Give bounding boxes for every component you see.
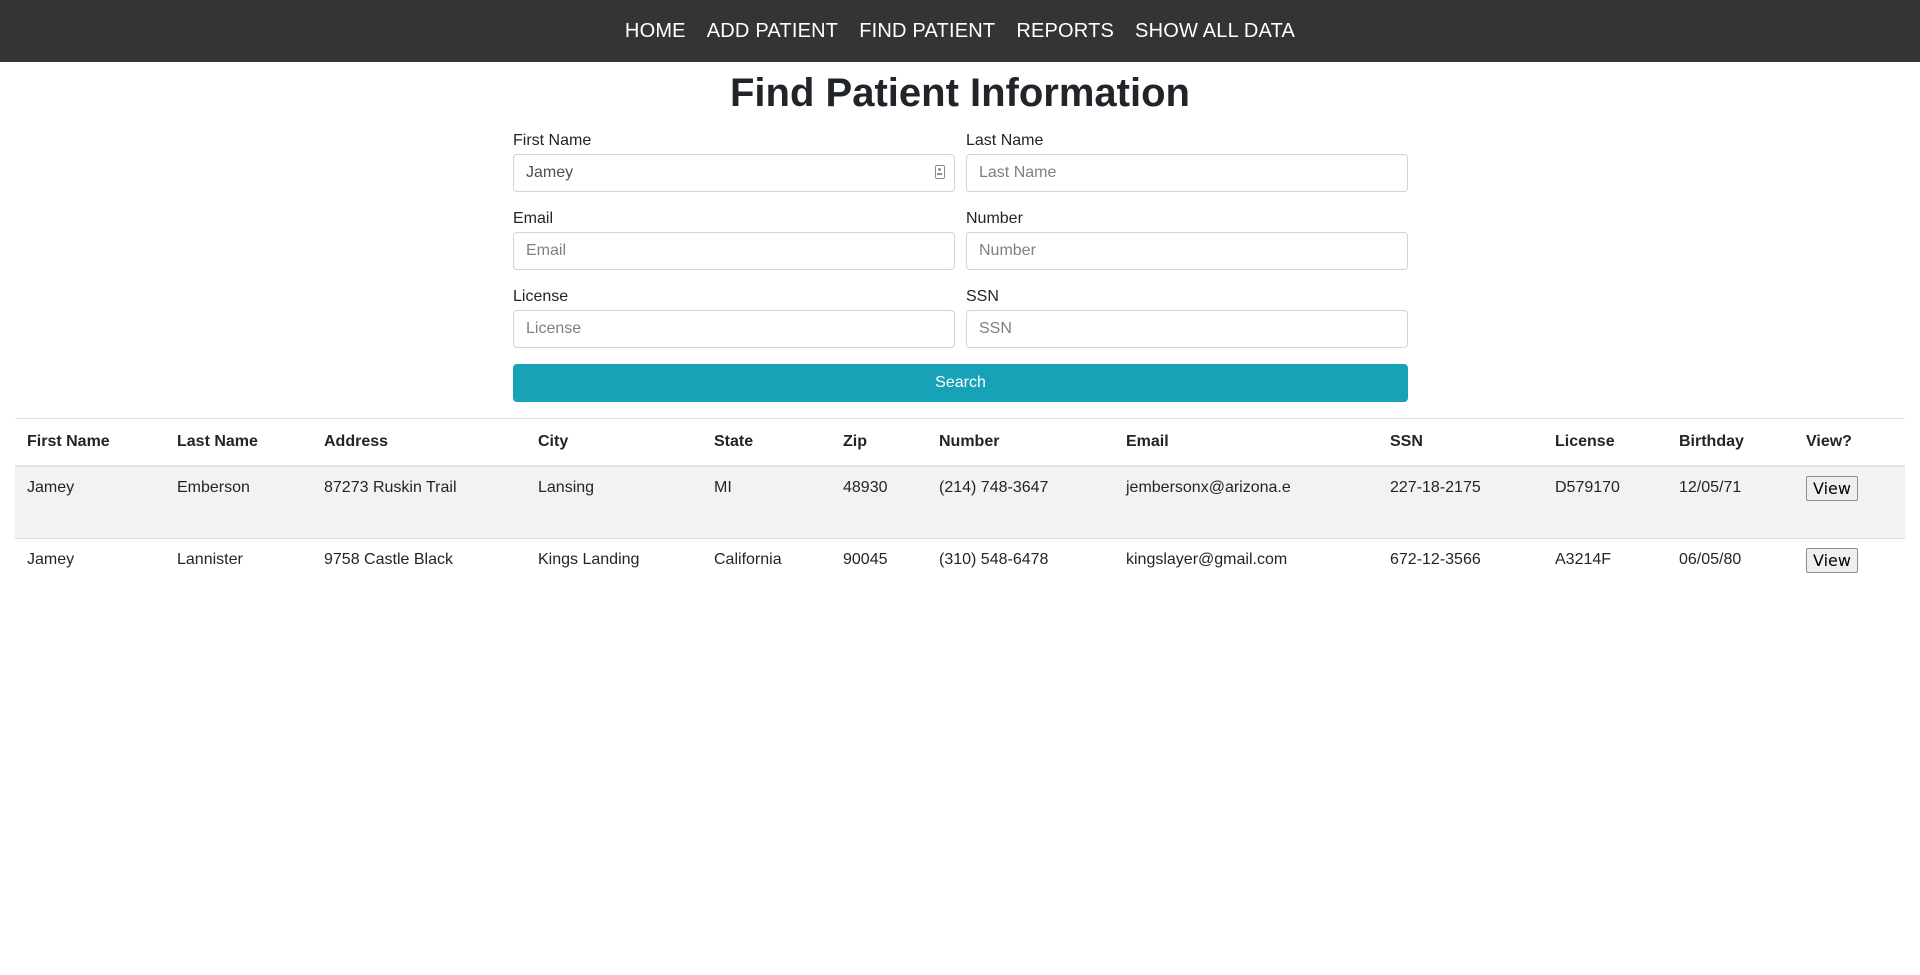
email-group: Email xyxy=(513,208,955,270)
number-label: Number xyxy=(966,210,1023,227)
contact-card-icon[interactable] xyxy=(935,165,945,179)
col-last-name: Last Name xyxy=(165,418,312,467)
nav-find-patient[interactable]: FIND PATIENT xyxy=(859,20,995,43)
nav-show-all-data[interactable]: SHOW ALL DATA xyxy=(1135,20,1295,43)
table-header-row: First Name Last Name Address City State … xyxy=(15,418,1905,467)
form-row: License SSN xyxy=(513,286,1408,348)
cell-email: kingslayer@gmail.com xyxy=(1114,537,1378,610)
find-patient-form: First Name Last Name Email Number Licens… xyxy=(513,130,1408,402)
nav-home[interactable]: HOME xyxy=(625,20,686,43)
cell-city: Kings Landing xyxy=(526,537,702,610)
table-header: First Name Last Name Address City State … xyxy=(15,418,1905,467)
cell-birthday: 06/05/80 xyxy=(1667,537,1794,610)
cell-zip: 90045 xyxy=(831,537,927,610)
col-email: Email xyxy=(1114,418,1378,467)
col-number: Number xyxy=(927,418,1114,467)
cell-view: View xyxy=(1794,537,1905,610)
col-view: View? xyxy=(1794,418,1905,467)
cell-first-name: Jamey xyxy=(15,465,165,538)
last-name-input[interactable] xyxy=(966,154,1408,192)
table-row: Jamey Lannister 9758 Castle Black Kings … xyxy=(15,537,1905,610)
col-birthday: Birthday xyxy=(1667,418,1794,467)
form-row: First Name Last Name xyxy=(513,130,1408,192)
email-label: Email xyxy=(513,210,554,227)
cell-address: 9758 Castle Black xyxy=(312,537,526,610)
cell-license: A3214F xyxy=(1543,537,1667,610)
cell-zip: 48930 xyxy=(831,465,927,538)
cell-view: View xyxy=(1794,465,1905,538)
col-ssn: SSN xyxy=(1378,418,1543,467)
col-license: License xyxy=(1543,418,1667,467)
top-navigation: HOME ADD PATIENT FIND PATIENT REPORTS SH… xyxy=(0,0,1920,62)
last-name-group: Last Name xyxy=(966,130,1408,192)
col-address: Address xyxy=(312,418,526,467)
first-name-group: First Name xyxy=(513,130,955,192)
view-button[interactable]: View xyxy=(1806,476,1858,501)
cell-license: D579170 xyxy=(1543,465,1667,538)
license-label: License xyxy=(513,288,569,305)
col-zip: Zip xyxy=(831,418,927,467)
form-row: Email Number xyxy=(513,208,1408,270)
search-button[interactable]: Search xyxy=(513,364,1408,402)
nav-add-patient[interactable]: ADD PATIENT xyxy=(707,20,838,43)
cell-number: (310) 548-6478 xyxy=(927,537,1114,610)
col-city: City xyxy=(526,418,702,467)
cell-ssn: 672-12-3566 xyxy=(1378,537,1543,610)
cell-state: MI xyxy=(702,465,831,538)
email-input[interactable] xyxy=(513,232,955,270)
results-table: First Name Last Name Address City State … xyxy=(15,418,1905,610)
first-name-wrapper xyxy=(513,154,955,192)
cell-number: (214) 748-3647 xyxy=(927,465,1114,538)
table-body: Jamey Emberson 87273 Ruskin Trail Lansin… xyxy=(15,465,1905,610)
first-name-label: First Name xyxy=(513,132,592,149)
table-row: Jamey Emberson 87273 Ruskin Trail Lansin… xyxy=(15,465,1905,538)
last-name-label: Last Name xyxy=(966,132,1044,149)
cell-state: California xyxy=(702,537,831,610)
cell-address: 87273 Ruskin Trail xyxy=(312,465,526,538)
ssn-group: SSN xyxy=(966,286,1408,348)
cell-first-name: Jamey xyxy=(15,537,165,610)
cell-last-name: Emberson xyxy=(165,465,312,538)
col-state: State xyxy=(702,418,831,467)
ssn-input[interactable] xyxy=(966,310,1408,348)
number-input[interactable] xyxy=(966,232,1408,270)
first-name-input[interactable] xyxy=(513,154,955,192)
cell-email: jembersonx@arizona.e xyxy=(1114,465,1378,538)
page-title: Find Patient Information xyxy=(730,71,1190,115)
license-input[interactable] xyxy=(513,310,955,348)
nav-reports[interactable]: REPORTS xyxy=(1016,20,1114,43)
ssn-label: SSN xyxy=(966,288,999,305)
col-first-name: First Name xyxy=(15,418,165,467)
cell-city: Lansing xyxy=(526,465,702,538)
view-button[interactable]: View xyxy=(1806,547,1858,573)
license-group: License xyxy=(513,286,955,348)
cell-birthday: 12/05/71 xyxy=(1667,465,1794,538)
cell-last-name: Lannister xyxy=(165,537,312,610)
number-group: Number xyxy=(966,208,1408,270)
cell-ssn: 227-18-2175 xyxy=(1378,465,1543,538)
